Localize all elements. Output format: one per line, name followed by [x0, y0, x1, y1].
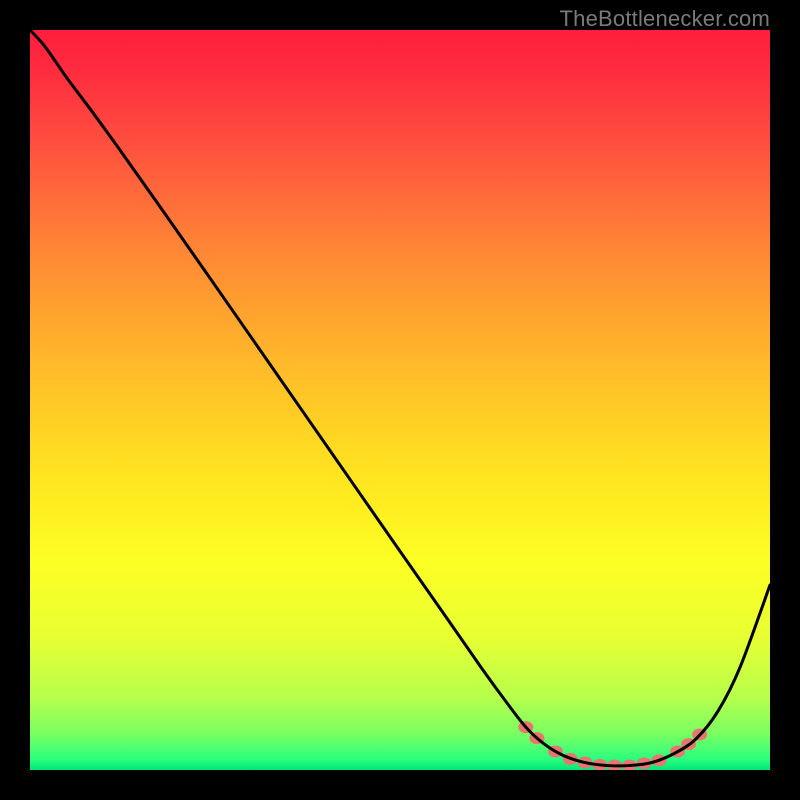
- chart-container: TheBottlenecker.com: [0, 0, 800, 800]
- watermark-label: TheBottlenecker.com: [560, 6, 770, 32]
- plot-area: [30, 30, 770, 770]
- gradient-background: [30, 30, 770, 770]
